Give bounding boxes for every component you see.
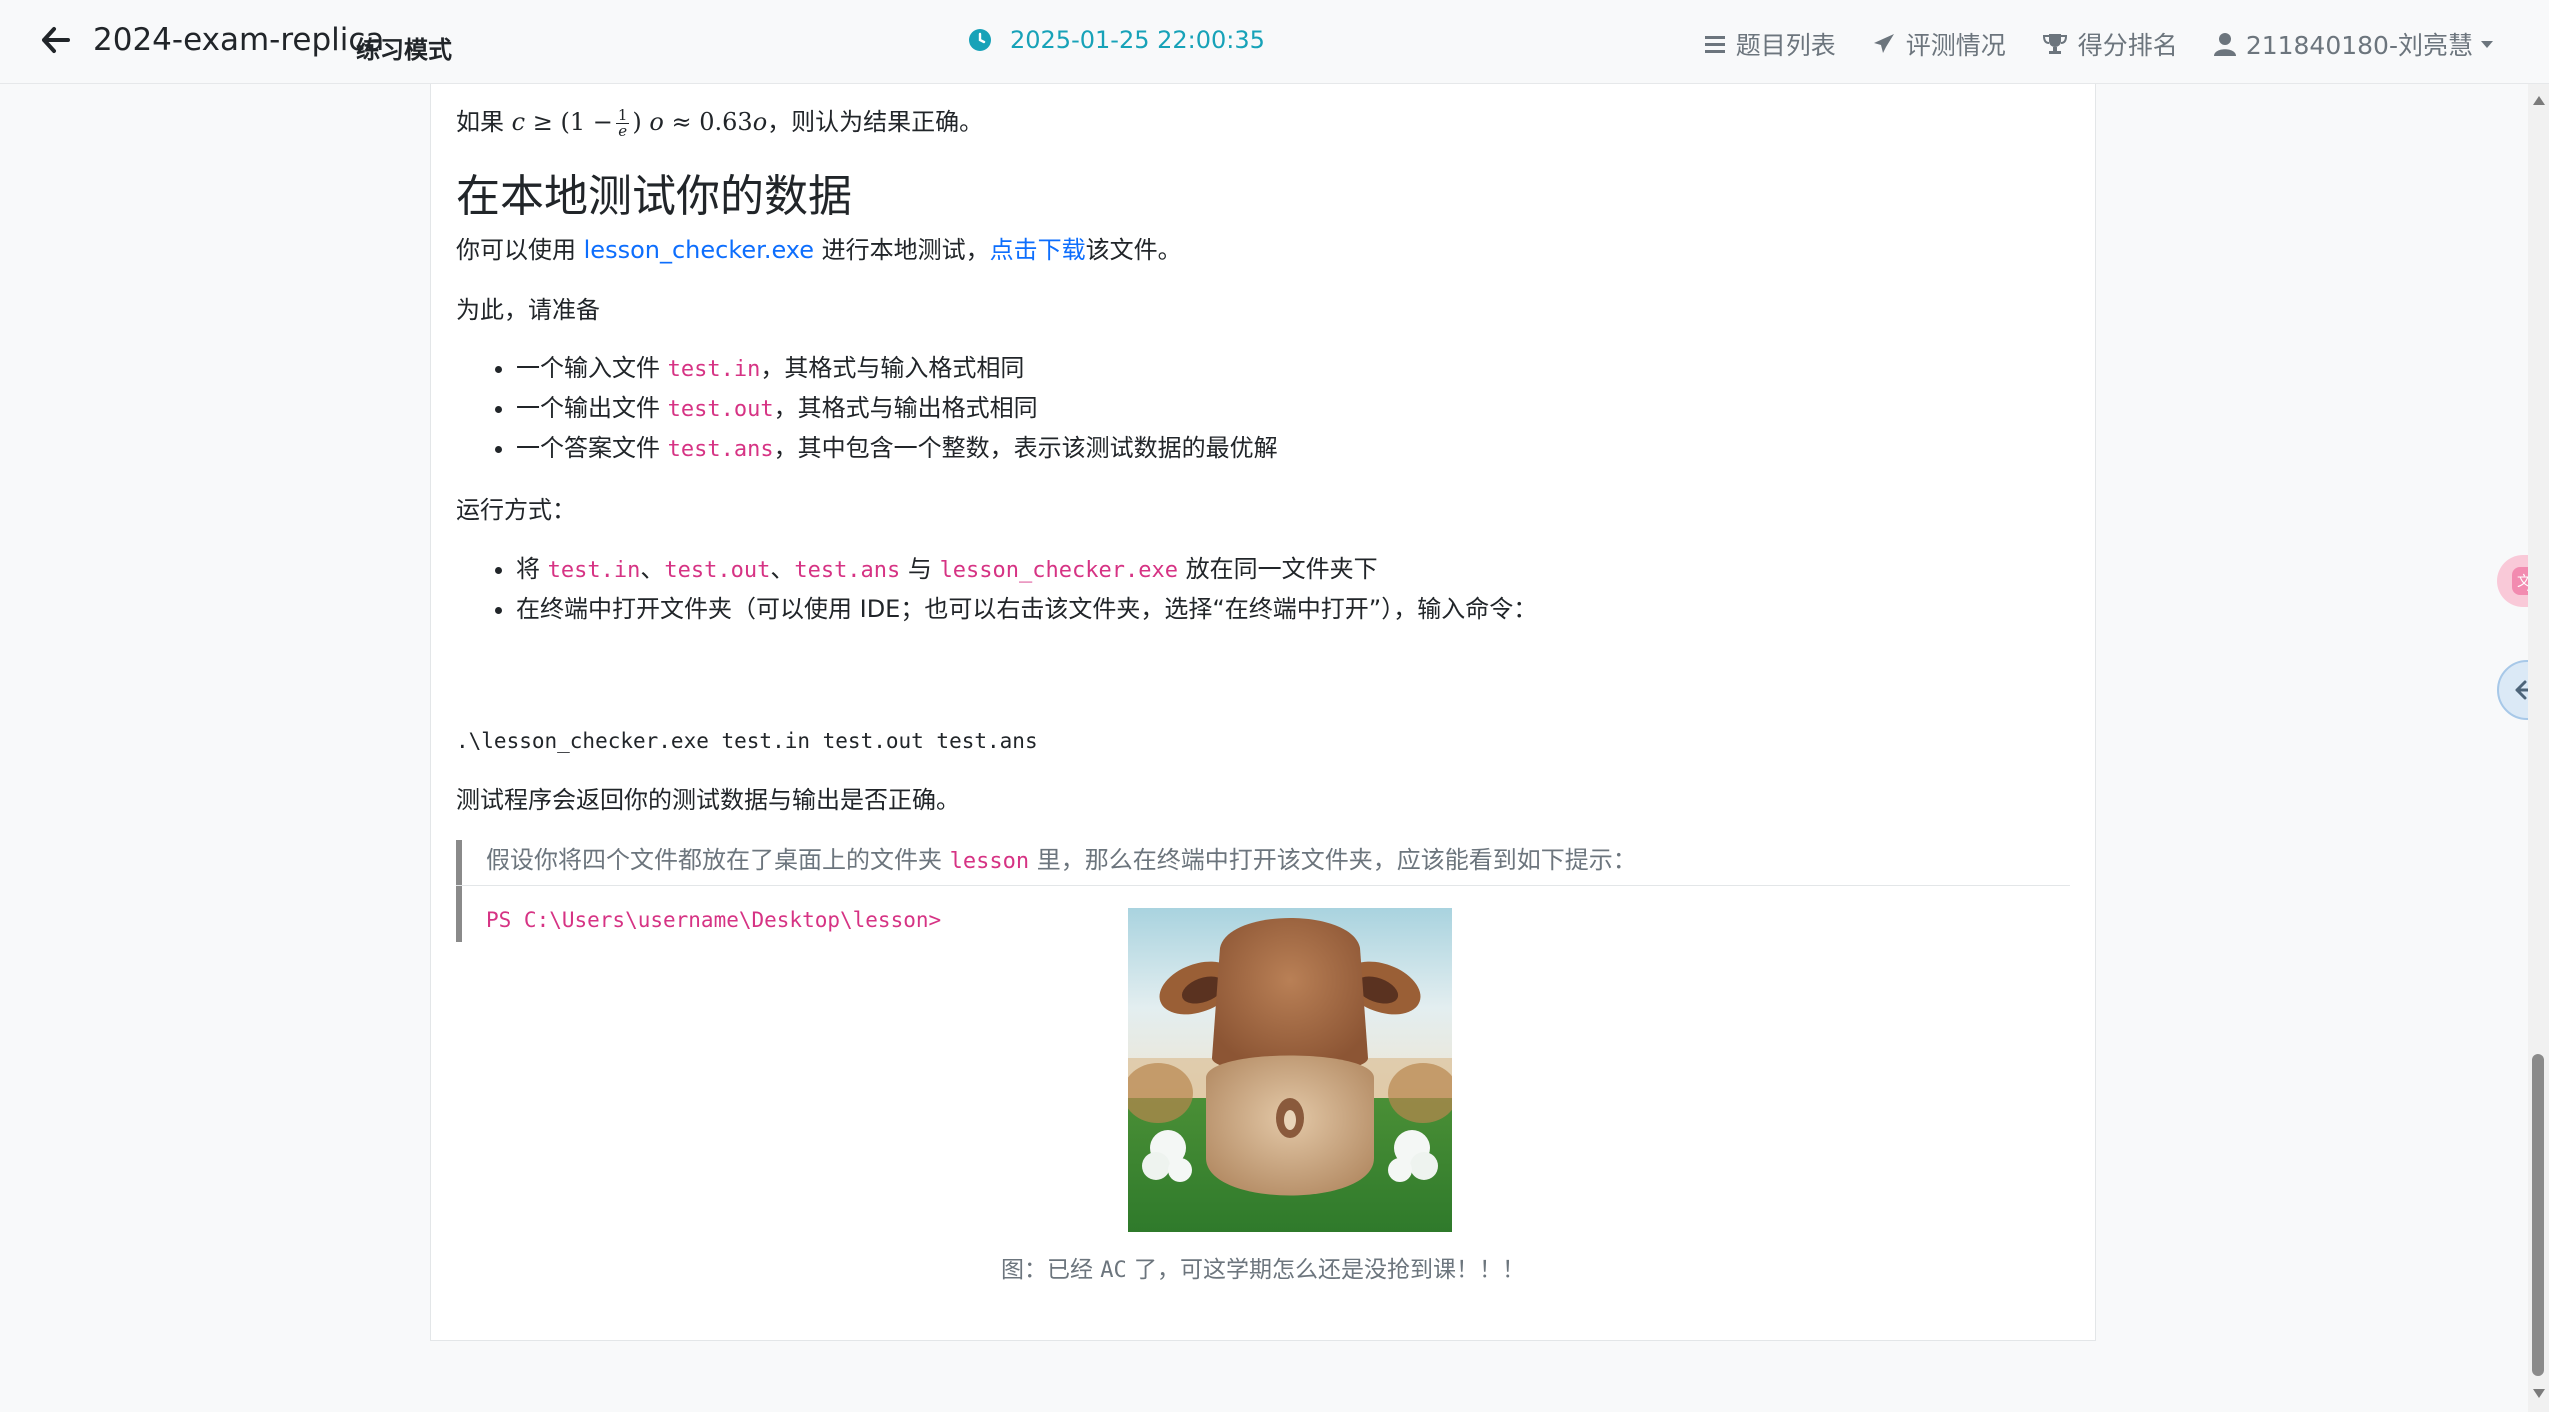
formula-c: c bbox=[511, 108, 526, 136]
item-text: 、 bbox=[640, 555, 665, 583]
nav-menu: 题目列表 评测情况 得分排名 211840180-刘亮慧 bbox=[1668, 26, 2493, 62]
exam-title[interactable]: 2024-exam-replica bbox=[93, 22, 384, 58]
trophy-icon bbox=[2042, 34, 2067, 54]
formula-open: (1 − bbox=[560, 108, 613, 136]
image-caption: 图：已经 AC 了，可这学期怎么还是没抢到课！！！ bbox=[456, 1252, 2070, 1289]
current-time: 2025-01-25 22:00:35 bbox=[1010, 26, 1265, 54]
clock-display: 2025-01-25 22:00:35 bbox=[968, 26, 1265, 54]
item-text: 将 bbox=[516, 555, 548, 583]
formula-fraction: 1e bbox=[615, 108, 630, 140]
download-link[interactable]: 点击下载 bbox=[990, 236, 1086, 264]
inline-code: lesson bbox=[949, 849, 1030, 874]
user-name: 211840180-刘亮慧 bbox=[2245, 31, 2473, 60]
formula: c ≥ (1 −1 e) o ≈ 0.63o bbox=[511, 108, 768, 140]
formula-approx: ≈ 0.63 bbox=[671, 108, 753, 136]
quote-text-after: 里，那么在终端中打开该文件夹，应该能看到如下提示： bbox=[1029, 846, 1637, 874]
item-text: ，其格式与输出格式相同 bbox=[773, 394, 1038, 422]
prepare-text: 为此，请准备 bbox=[456, 296, 600, 324]
inline-code: test.ans bbox=[794, 558, 901, 583]
back-arrow-icon[interactable] bbox=[40, 24, 76, 60]
inline-code: AC bbox=[1100, 1258, 1127, 1283]
item-text: 在终端中打开文件夹（可以使用 IDE；也可以右击该文件夹，选择“在终端中打开”）… bbox=[516, 595, 1538, 623]
formula-o2: o bbox=[752, 108, 768, 136]
condition-prefix: 如果 bbox=[456, 108, 504, 136]
paper-plane-icon bbox=[1873, 34, 1894, 53]
item-text: 一个输出文件 bbox=[516, 394, 668, 422]
clock-icon bbox=[969, 29, 991, 51]
condition-suffix: ，则认为结果正确。 bbox=[767, 108, 984, 136]
intro-suffix: 该文件。 bbox=[1085, 236, 1182, 264]
inline-code: lesson_checker.exe bbox=[939, 558, 1178, 583]
list-icon bbox=[1704, 36, 1725, 53]
nav-problem-list[interactable]: 题目列表 bbox=[1704, 26, 1836, 62]
item-text: 、 bbox=[770, 555, 795, 583]
item-text: ，其格式与输入格式相同 bbox=[760, 354, 1025, 382]
list-item: 一个输入文件 test.in，其格式与输入格式相同 bbox=[516, 349, 1278, 389]
scroll-down-arrow-icon[interactable] bbox=[2533, 1389, 2545, 1398]
inline-code: test.out bbox=[664, 558, 771, 583]
item-text: 一个输入文件 bbox=[516, 354, 668, 382]
nav-submissions[interactable]: 评测情况 bbox=[1872, 26, 2006, 62]
fraction-denominator: e bbox=[618, 122, 628, 140]
item-text: 放在同一文件夹下 bbox=[1177, 555, 1378, 583]
scroll-up-arrow-icon[interactable] bbox=[2533, 96, 2545, 105]
command-block: .\lesson_checker.exe test.in test.out te… bbox=[456, 729, 1038, 753]
inline-code: test.out bbox=[667, 397, 774, 422]
formula-geq: ≥ bbox=[532, 108, 553, 136]
list-item: 一个输出文件 test.out，其格式与输出格式相同 bbox=[516, 389, 1278, 429]
quote-text: 假设你将四个文件都放在了桌面上的文件夹 lesson 里，那么在终端中打开该文件… bbox=[486, 842, 1637, 880]
checker-link[interactable]: lesson_checker.exe bbox=[584, 236, 814, 264]
scrollbar-thumb[interactable] bbox=[2532, 1054, 2544, 1376]
user-dropdown[interactable]: 211840180-刘亮慧 bbox=[2213, 26, 2493, 62]
terminal-prompt: PS C:\Users\username\Desktop\lesson> bbox=[486, 908, 942, 932]
intro-middle: 进行本地测试， bbox=[814, 236, 990, 264]
problem-card: 如果 c ≥ (1 −1 e) o ≈ 0.63o，则认为结果正确。 在本地测试你… bbox=[430, 84, 2096, 1341]
item-text: ，其中包含一个整数，表示该测试数据的最优解 bbox=[773, 434, 1278, 462]
intro-prefix: 你可以使用 bbox=[456, 236, 584, 264]
intro-line: 你可以使用 lesson_checker.exe 进行本地测试，点击下载该文件。 bbox=[456, 232, 1182, 268]
run-label: 运行方式： bbox=[456, 496, 576, 524]
formula-o: o bbox=[649, 108, 664, 136]
cow-image bbox=[1123, 908, 1458, 1232]
inline-code: test.ans bbox=[667, 437, 774, 462]
nav-problem-list-label: 题目列表 bbox=[1735, 31, 1836, 60]
nav-ranking-label: 得分排名 bbox=[2077, 31, 2178, 60]
run-list: 将 test.in、test.out、test.ans 与 lesson_che… bbox=[456, 550, 1537, 628]
top-navbar: 2024-exam-replica 练习模式 2025-01-25 22:00:… bbox=[0, 0, 2549, 84]
nav-submissions-label: 评测情况 bbox=[1905, 31, 2006, 60]
caption-text-after: 了，可这学期怎么还是没抢到课！！！ bbox=[1126, 1257, 1526, 1283]
user-icon bbox=[2213, 33, 2236, 56]
list-item: 一个答案文件 test.ans，其中包含一个整数，表示该测试数据的最优解 bbox=[516, 429, 1278, 469]
nav-ranking[interactable]: 得分排名 bbox=[2042, 26, 2178, 62]
result-text: 测试程序会返回你的测试数据与输出是否正确。 bbox=[456, 786, 960, 814]
item-text: 与 bbox=[900, 555, 940, 583]
mode-label: 练习模式 bbox=[356, 36, 452, 64]
divider bbox=[456, 885, 2070, 886]
formula-close: ) bbox=[632, 108, 642, 136]
item-text: 一个答案文件 bbox=[516, 434, 668, 462]
list-item: 在终端中打开文件夹（可以使用 IDE；也可以右击该文件夹，选择“在终端中打开”）… bbox=[516, 590, 1537, 628]
section-heading: 在本地测试你的数据 bbox=[456, 171, 852, 222]
inline-code: test.in bbox=[547, 558, 641, 583]
condition-line: 如果 c ≥ (1 −1 e) o ≈ 0.63o，则认为结果正确。 bbox=[456, 104, 983, 140]
caret-down-icon bbox=[2481, 40, 2493, 48]
prep-list: 一个输入文件 test.in，其格式与输入格式相同 一个输出文件 test.ou… bbox=[456, 349, 1278, 469]
inline-code: test.in bbox=[667, 357, 761, 382]
list-item: 将 test.in、test.out、test.ans 与 lesson_che… bbox=[516, 550, 1537, 590]
quote-text-before: 假设你将四个文件都放在了桌面上的文件夹 bbox=[486, 846, 950, 874]
caption-text-before: 图：已经 bbox=[1000, 1257, 1101, 1283]
